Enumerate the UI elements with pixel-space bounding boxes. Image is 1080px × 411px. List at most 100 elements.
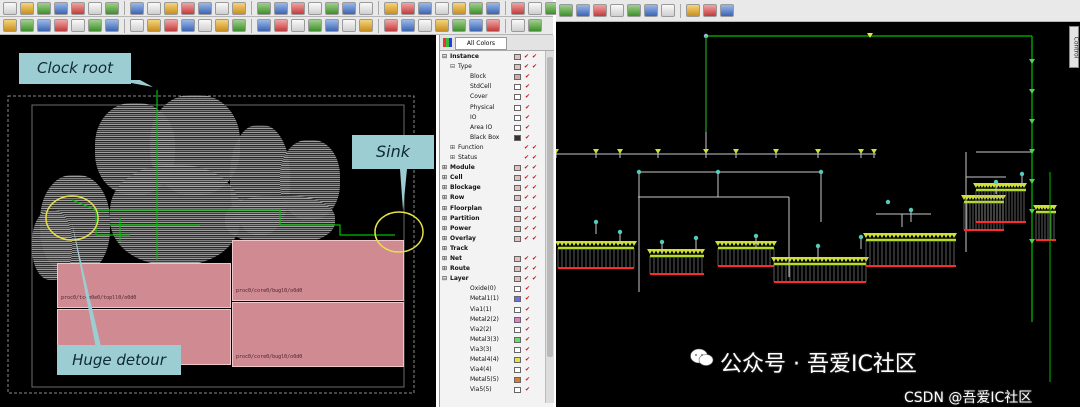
selectable-checkbox[interactable]: ✔ [532,205,538,212]
layer-color-swatch[interactable] [514,266,521,273]
toolbar-button[interactable] [291,19,305,32]
visible-checkbox[interactable]: ✔ [525,73,531,80]
selectable-checkbox[interactable]: ✔ [532,154,538,161]
layer-row[interactable]: StdCell ✔ [440,82,554,92]
toolbar-button[interactable] [215,19,229,32]
expand-icon[interactable]: ⊞ [442,244,447,254]
layer-row[interactable]: ⊞ Function ✔ ✔ [440,143,554,153]
expand-icon[interactable]: ⊞ [442,264,447,274]
expand-icon[interactable]: ⊞ [442,163,447,173]
toolbar-button[interactable] [486,19,500,32]
visible-checkbox[interactable]: ✔ [524,275,530,282]
layout-canvas[interactable]: proc0/tc4m0e0/topll0/o0d0 proc0/core0/bu… [0,35,436,407]
toolbar-button[interactable] [342,1,356,15]
toolbar-button[interactable] [359,1,373,15]
visible-checkbox[interactable]: ✔ [525,346,531,353]
collapse-icon[interactable]: ⊟ [442,52,447,62]
visible-checkbox[interactable]: ✔ [524,235,530,242]
toolbar-button[interactable] [511,1,525,15]
visible-checkbox[interactable]: ✔ [524,215,530,222]
selectable-checkbox[interactable]: ✔ [532,194,538,201]
toolbar-button[interactable] [469,19,483,32]
expand-icon[interactable]: ⊞ [442,214,447,224]
toolbar-button[interactable] [384,1,398,15]
expand-icon[interactable]: ⊞ [450,143,455,153]
toolbar-button[interactable] [686,4,700,17]
toolbar-button[interactable] [384,19,398,32]
layer-row[interactable]: Cover ✔ [440,92,554,102]
layer-row[interactable]: ⊞ Row ✔ ✔ [440,193,554,203]
layer-color-swatch[interactable] [514,235,521,242]
toolbar-button[interactable] [435,19,449,32]
toolbar-button[interactable] [528,1,542,15]
toolbar-button[interactable] [661,4,675,17]
collapse-icon[interactable]: ⊟ [442,274,447,284]
visible-checkbox[interactable]: ✔ [524,194,530,201]
toolbar-button[interactable] [359,19,373,32]
toolbar-button[interactable] [181,19,195,32]
layer-color-swatch[interactable] [514,316,521,323]
toolbar-button[interactable] [37,19,51,32]
layer-color-swatch[interactable] [514,54,521,60]
layer-row[interactable]: Metal3(3) ✔ [440,335,554,345]
expand-icon[interactable]: ⊞ [450,153,455,163]
toolbar-button[interactable] [164,19,178,32]
layer-row[interactable]: ⊞ Floorplan ✔ ✔ [440,204,554,214]
selectable-checkbox[interactable]: ✔ [532,164,538,171]
toolbar-button[interactable] [401,1,415,15]
layer-row[interactable]: ⊞ Route ✔ ✔ [440,264,554,274]
layer-row[interactable]: ⊞ Blockage ✔ ✔ [440,183,554,193]
selectable-checkbox[interactable]: ✔ [532,184,538,191]
toolbar-button[interactable] [20,1,34,15]
toolbar-button[interactable] [342,19,356,32]
layer-row[interactable]: Via4(4) ✔ [440,365,554,375]
toolbar-button[interactable] [37,1,51,15]
layer-row[interactable]: Via5(5) ✔ [440,385,554,395]
collapse-icon[interactable]: ⊟ [450,62,455,72]
visible-checkbox[interactable]: ✔ [524,154,530,161]
toolbar-button[interactable] [511,19,525,32]
visible-checkbox[interactable]: ✔ [524,205,530,212]
toolbar-button[interactable] [198,1,212,15]
selectable-checkbox[interactable]: ✔ [532,53,538,60]
toolbar-button[interactable] [291,1,305,15]
toolbar-button[interactable] [274,19,288,32]
layer-color-swatch[interactable] [514,134,521,141]
toolbar-button[interactable] [130,19,144,32]
visible-checkbox[interactable]: ✔ [524,144,530,151]
toolbar-button[interactable] [486,1,500,15]
layer-color-swatch[interactable] [514,367,521,374]
toolbar-button[interactable] [54,19,68,32]
selectable-checkbox[interactable]: ✔ [532,235,538,242]
expand-icon[interactable]: ⊞ [442,193,447,203]
visible-checkbox[interactable]: ✔ [525,124,531,131]
toolbar-button[interactable] [274,1,288,15]
toolbar-button[interactable] [703,4,717,17]
layer-color-swatch[interactable] [514,225,521,232]
visible-checkbox[interactable]: ✔ [524,174,530,181]
toolbar-button[interactable] [3,1,17,15]
toolbar-button[interactable] [325,1,339,15]
layer-row[interactable]: Area IO ✔ [440,123,554,133]
layer-row[interactable]: Metal5(5) ✔ [440,375,554,385]
toolbar-button[interactable] [644,4,658,17]
layer-row[interactable]: Metal2(2) ✔ [440,315,554,325]
layer-color-swatch[interactable] [514,165,521,172]
visible-checkbox[interactable]: ✔ [525,295,531,302]
layer-row[interactable]: ⊞ Net ✔ ✔ [440,254,554,264]
expand-icon[interactable]: ⊞ [442,173,447,183]
layer-color-swatch[interactable] [514,336,521,343]
layer-row[interactable]: ⊞ Overlay ✔ ✔ [440,234,554,244]
toolbar-button[interactable] [593,4,607,17]
toolbar-button[interactable] [257,1,271,15]
layer-color-swatch[interactable] [514,357,521,363]
color-palette-icon[interactable] [443,38,452,47]
layer-row[interactable]: ⊞ Partition ✔ ✔ [440,214,554,224]
layer-row[interactable]: Via2(2) ✔ [440,325,554,335]
layer-row[interactable]: Metal1(1) ✔ [440,294,554,304]
expand-icon[interactable]: ⊞ [442,224,447,234]
toolbar-button[interactable] [610,4,624,17]
toolbar-button[interactable] [198,19,212,32]
layer-color-swatch[interactable] [514,195,521,202]
toolbar-button[interactable] [325,19,339,32]
